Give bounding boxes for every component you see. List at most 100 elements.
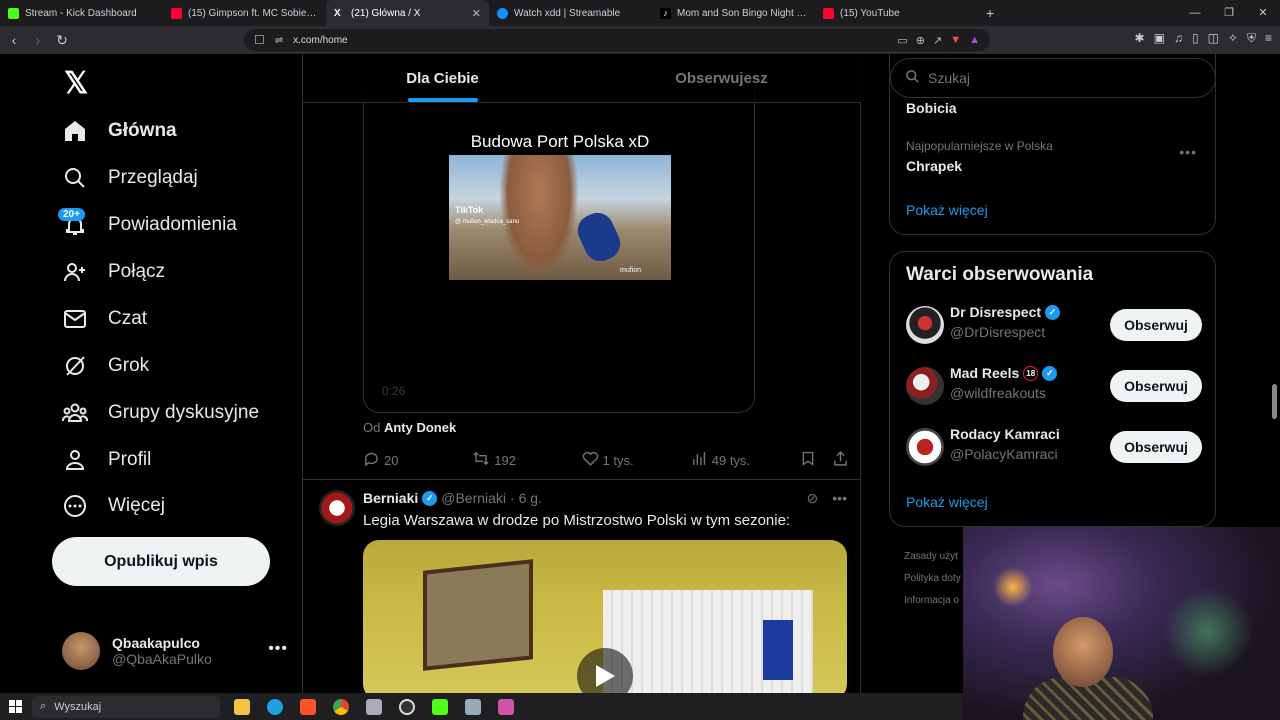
trend-item-top[interactable]: Bobicia: [906, 100, 957, 116]
footer-links: Zasady użyt Polityka doty Informacja o: [904, 546, 964, 612]
green-glow: [1163, 587, 1253, 677]
browser-tab-tiktok[interactable]: ♪ Mom and Son Bingo Night Chaos: N...: [652, 0, 815, 26]
video-timestamp: 0:26: [382, 384, 406, 398]
show-more-trends-link[interactable]: Pokaż więcej: [906, 202, 988, 218]
zoom-icon[interactable]: ⊕: [916, 34, 925, 47]
browser-tab-youtube-2[interactable]: (15) YouTube: [815, 0, 978, 26]
nav-more[interactable]: Więcej: [62, 486, 165, 526]
footer-link-terms[interactable]: Zasady użyt: [904, 546, 964, 568]
nav-notifications[interactable]: 20+ Powiadomienia: [58, 205, 237, 245]
video-frame[interactable]: TikTok @ mufion_wladca_sanu mufion: [449, 155, 671, 280]
tweet-time[interactable]: · 6 g.: [510, 490, 542, 506]
back-icon[interactable]: ‹: [4, 32, 24, 48]
obs-icon[interactable]: [395, 695, 419, 719]
browser-tab-x[interactable]: X (21) Główna / X ✕: [326, 0, 489, 26]
suggestion-madreels[interactable]: Mad Reels 18 ✓ @wildfreakouts Obserwuj: [906, 365, 1202, 409]
suggestion-rodacykamraci[interactable]: Rodacy Kamraci @PolacyKamraci Obserwuj: [906, 426, 1202, 470]
left-nav: 𝕏 Główna Przeglądaj 20+ Powiadomienia Po…: [52, 54, 302, 693]
reply-button[interactable]: 20: [363, 450, 472, 470]
more-dots-icon[interactable]: •••: [268, 640, 288, 658]
footer-link-privacy[interactable]: Polityka doty: [904, 568, 964, 590]
bookmark-icon[interactable]: ☐: [254, 33, 265, 47]
nav-connect[interactable]: Połącz: [62, 252, 165, 292]
extensions-icon[interactable]: ✱: [1135, 31, 1145, 46]
tweet-video[interactable]: [363, 540, 847, 693]
repost-button[interactable]: 192: [472, 450, 581, 470]
windows-start-icon[interactable]: [0, 700, 30, 713]
brave-rewards-icon[interactable]: ▲: [969, 34, 980, 47]
close-tab-icon[interactable]: ✕: [472, 7, 481, 20]
nav-profile[interactable]: Profil: [62, 440, 151, 480]
more-dots-icon[interactable]: •••: [832, 490, 847, 507]
bookmark-icon[interactable]: [800, 450, 816, 470]
trend-item-chrapek[interactable]: Chrapek: [906, 158, 962, 174]
url-field[interactable]: ☐ ⇌ x.com/home ▭ ⊕ ↗ ▼ ▲: [244, 29, 990, 51]
file-explorer-icon[interactable]: [230, 695, 254, 719]
sidebar-icon[interactable]: ▯: [1192, 31, 1199, 46]
app-icon[interactable]: [362, 695, 386, 719]
minimize-icon[interactable]: —: [1178, 0, 1212, 26]
brave-icon[interactable]: [296, 695, 320, 719]
forward-icon[interactable]: ›: [28, 32, 48, 48]
share-icon[interactable]: ↗: [933, 34, 942, 47]
avatar[interactable]: [906, 306, 944, 344]
like-button[interactable]: 1 tys.: [582, 450, 691, 470]
notifications-badge: 20+: [58, 208, 85, 221]
browser-tab-streamable[interactable]: Watch xdd | Streamable: [489, 0, 652, 26]
kick-icon[interactable]: [428, 695, 452, 719]
search-input[interactable]: Szukaj: [890, 58, 1216, 98]
scrollbar[interactable]: [1272, 384, 1277, 419]
tweet-berniaki[interactable]: Berniaki ✓ @Berniaki · 6 g. ⊘ ••• Legia …: [303, 480, 861, 693]
follow-button[interactable]: Obserwuj: [1110, 431, 1202, 463]
grok-icon[interactable]: ⊘: [807, 490, 819, 507]
x-logo-icon[interactable]: 𝕏: [64, 66, 88, 101]
avatar[interactable]: [906, 428, 944, 466]
menu-icon[interactable]: ≡: [1265, 31, 1272, 46]
taskbar-search[interactable]: ⌕ Wyszukaj: [32, 695, 220, 718]
app2-icon[interactable]: [461, 695, 485, 719]
account-switcher[interactable]: Qbaakapulco @QbaAkaPulko •••: [62, 632, 288, 670]
vpn-icon[interactable]: ⛨: [1247, 31, 1256, 46]
tab-for-you[interactable]: Dla Ciebie: [303, 54, 582, 102]
new-tab-button[interactable]: +: [986, 5, 994, 21]
music-icon[interactable]: ♫: [1174, 31, 1183, 46]
more-dots-icon[interactable]: •••: [1179, 144, 1197, 160]
share-icon[interactable]: [832, 450, 849, 470]
views-button[interactable]: 49 tys.: [691, 450, 800, 470]
wallet2-icon[interactable]: ◫: [1208, 31, 1219, 46]
avatar[interactable]: [906, 367, 944, 405]
cast-icon[interactable]: ▭: [897, 34, 907, 47]
site-info-icon[interactable]: ⇌: [275, 35, 283, 46]
nav-grok[interactable]: Grok: [62, 346, 149, 386]
follow-button[interactable]: Obserwuj: [1110, 309, 1202, 341]
video-watermark: mufion: [619, 267, 641, 274]
wallet-icon[interactable]: ▣: [1154, 31, 1165, 46]
author-handle[interactable]: @Berniaki: [441, 490, 506, 506]
close-window-icon[interactable]: ✕: [1246, 0, 1280, 26]
restore-icon[interactable]: ❐: [1212, 0, 1246, 26]
tab-following[interactable]: Obserwujesz: [582, 54, 861, 102]
edge-icon[interactable]: [263, 695, 287, 719]
url-text[interactable]: x.com/home: [293, 35, 347, 46]
author-name[interactable]: Berniaki: [363, 490, 418, 506]
brave-shield-icon[interactable]: ▼: [950, 34, 961, 47]
reload-icon[interactable]: ↻: [52, 32, 72, 49]
app3-icon[interactable]: [494, 695, 518, 719]
footer-link-info[interactable]: Informacja o: [904, 590, 964, 612]
nav-communities[interactable]: Grupy dyskusyjne: [62, 393, 259, 433]
post-button[interactable]: Opublikuj wpis: [52, 537, 270, 586]
browser-tab-kick[interactable]: Stream - Kick Dashboard: [0, 0, 163, 26]
follow-button[interactable]: Obserwuj: [1110, 370, 1202, 402]
video-card[interactable]: Budowa Port Polska xD TikTok @ mufion_wla…: [363, 84, 755, 413]
leo-icon[interactable]: ✧: [1228, 31, 1238, 46]
browser-tab-youtube-1[interactable]: (15) Gimpson ft. MC Sobieski - Liryc...: [163, 0, 326, 26]
tweet-header: Berniaki ✓ @Berniaki · 6 g.: [363, 490, 542, 506]
nav-chat[interactable]: Czat: [62, 299, 147, 339]
avatar[interactable]: [319, 490, 355, 526]
suggestion-drdisrespect[interactable]: Dr Disrespect ✓ @DrDisrespect Obserwuj: [906, 304, 1202, 348]
from-link[interactable]: Anty Donek: [384, 420, 456, 435]
chrome-icon[interactable]: [329, 695, 353, 719]
nav-explore[interactable]: Przeglądaj: [62, 158, 198, 198]
nav-home[interactable]: Główna: [62, 111, 177, 151]
show-more-suggestions-link[interactable]: Pokaż więcej: [906, 494, 988, 510]
